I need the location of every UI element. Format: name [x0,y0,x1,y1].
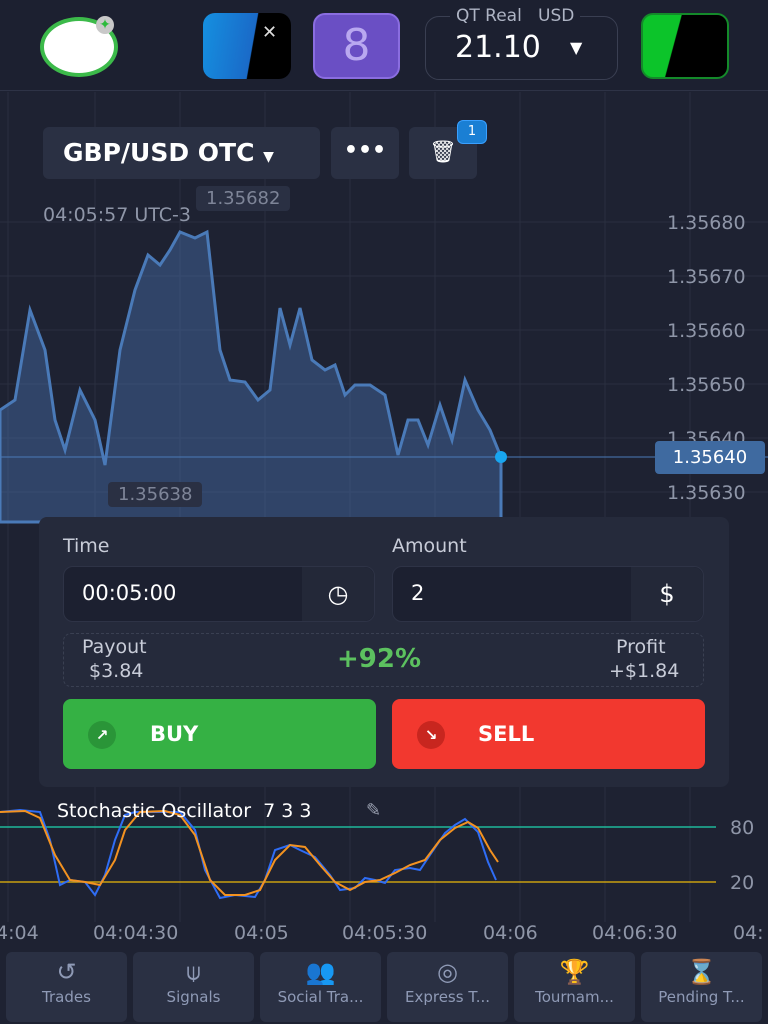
y-label: 1.35680 [667,212,746,234]
y-label: 1.35630 [667,482,746,504]
star-icon: ✦ [96,16,114,34]
dollar-icon[interactable]: $ [631,567,703,621]
amount-input[interactable]: 2 $ [392,566,704,622]
time-label: Time [63,535,110,557]
nav-tournaments[interactable]: 🏆 Tournam... [514,952,635,1022]
target-icon: ◎ [437,958,458,986]
nav-label: Social Tra... [277,988,364,1006]
stoch-k-line [0,808,497,900]
trash-icon: 🗑 [429,140,457,165]
buy-label: BUY [150,722,199,746]
y-label: 1.35650 [667,374,746,396]
nav-label: Express T... [404,988,491,1006]
arrow-up-right-icon: ↗ [88,721,116,749]
sell-button[interactable]: ↘ SELL [392,699,705,769]
trophy-icon: 🏆 [559,958,590,986]
nav-label: Trades [42,988,91,1006]
x-label: 4:04 [0,922,39,944]
low-price-tag: 1.35638 [108,482,203,507]
sell-label: SELL [478,722,535,746]
payout-value: $3.84 [89,660,144,682]
pencil-icon[interactable]: ✎ [366,800,381,821]
current-price-dot [495,451,507,463]
stoch-upper-label: 80 [730,817,755,839]
x-label: 04:04:30 [93,922,179,944]
amount-value: 2 [411,581,425,605]
balance: 21.10 [455,30,541,65]
arrow-down-right-icon: ↘ [417,721,445,749]
x-label: 04:05:30 [342,922,428,944]
nav-trades[interactable]: ↺ Trades [6,952,127,1022]
currency: USD [538,6,575,26]
current-price-label: 1.35640 [655,441,765,474]
buy-button[interactable]: ↗ BUY [63,699,376,769]
amount-label: Amount [392,535,467,557]
time-input[interactable]: 00:05:00 ◷ [63,566,375,622]
y-label: 1.35670 [667,266,746,288]
x-label: 04:05 [234,922,289,944]
x-label: 04: [733,922,764,944]
clock-icon[interactable]: ◷ [302,567,374,621]
stoch-lower-label: 20 [730,872,755,894]
y-label: 1.35660 [667,320,746,342]
nav-signals[interactable]: ⍦ Signals [133,952,254,1022]
chart-time: 04:05:57 UTC-3 [43,204,191,226]
account-label: QT Real USD [450,6,581,26]
asset-pair: GBP/USD OTC [63,138,255,167]
nav-label: Pending T... [658,988,745,1006]
indicator-params: 7 3 3 [263,800,312,822]
nav-label: Tournam... [535,988,614,1006]
gift-promo-button[interactable] [203,13,291,79]
more-button[interactable]: ••• [331,127,399,179]
hourglass-icon: ⌛ [686,958,717,986]
indicator-title[interactable]: Stochastic Oscillator 7 3 3 [57,800,312,822]
indicator-name: Stochastic Oscillator [57,800,252,822]
support-chat-button[interactable] [641,13,729,79]
x-label: 04:06 [483,922,538,944]
nav-pending-trades[interactable]: ⌛ Pending T... [641,952,762,1022]
profit-value: +$1.84 [609,660,680,682]
users-icon: 👥 [305,958,336,986]
level-badge-button[interactable]: 8 [313,13,400,79]
payout-label: Payout [82,636,147,658]
payout-percent: +92% [337,644,422,674]
account-type: QT Real [456,6,522,26]
chevron-down-icon: ▼ [263,149,274,165]
x-label: 04:06:30 [592,922,678,944]
profit-label: Profit [616,636,666,658]
nav-label: Signals [166,988,221,1006]
chevron-down-icon[interactable]: ▼ [570,38,582,57]
close-icon[interactable]: ✕ [262,22,277,43]
asset-selector[interactable]: GBP/USD OTC ▼ [43,127,320,179]
trash-count-badge: 1 [457,120,487,144]
nav-social-trading[interactable]: 👥 Social Tra... [260,952,381,1022]
antenna-icon: ⍦ [186,958,201,986]
time-value: 00:05:00 [82,581,177,605]
nav-express-trades[interactable]: ◎ Express T... [387,952,508,1022]
high-price-tag: 1.35682 [196,186,291,211]
history-icon: ↺ [56,958,77,986]
